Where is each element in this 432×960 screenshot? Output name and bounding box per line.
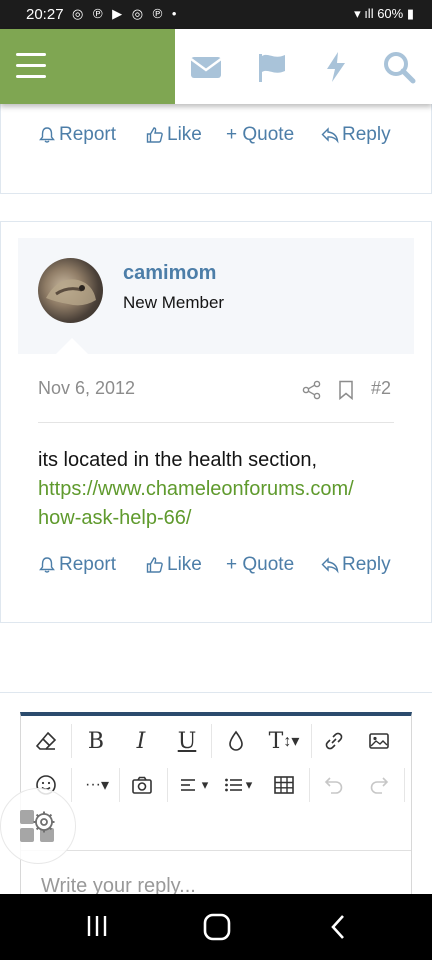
battery-icon: ▮ — [403, 6, 414, 21]
post-link-line-2: how-ask-help-66/ — [38, 507, 192, 529]
underline-button[interactable]: U — [170, 724, 204, 758]
reply-label: Reply — [342, 124, 391, 145]
image-icon[interactable] — [362, 724, 396, 758]
redo-icon[interactable] — [362, 768, 396, 802]
like-button[interactable]: Like — [146, 124, 202, 146]
wifi-signal-icon: ▾ ıll — [354, 6, 378, 21]
reply-button[interactable]: Reply — [321, 124, 391, 146]
thumbs-up-icon — [146, 127, 163, 143]
like-label: Like — [167, 124, 202, 145]
more-label: ··· — [84, 776, 101, 793]
notification-icons: ◎ ℗ ▶ ◎ ℗ • — [72, 6, 180, 21]
post-link-line-1: https://www.chameleonforums.com/ — [38, 478, 354, 500]
post-number-link[interactable]: #2 — [371, 378, 391, 399]
lightning-icon[interactable] — [318, 49, 354, 85]
quote-button[interactable]: + Quote — [226, 554, 294, 576]
quote-label: + Quote — [226, 554, 295, 575]
recent-apps-icon[interactable] — [85, 912, 109, 945]
back-icon[interactable] — [328, 912, 348, 947]
reply-arrow-icon — [321, 127, 339, 144]
post-date[interactable]: Nov 6, 2012 — [38, 378, 135, 399]
link-icon[interactable] — [317, 724, 351, 758]
chameleon-photo — [46, 279, 96, 306]
post-text: its located in the health section, — [38, 449, 318, 471]
quote-label: + Quote — [226, 124, 295, 145]
report-label: Report — [59, 124, 117, 145]
system-status: ▾ ıll 60% ▮ — [354, 6, 414, 22]
envelope-icon[interactable] — [188, 49, 224, 85]
italic-button[interactable]: I — [124, 724, 158, 758]
camera-icon[interactable] — [125, 768, 159, 802]
previous-post-actions: Report Like + Quote Reply — [38, 124, 394, 154]
flag-icon[interactable] — [254, 49, 290, 85]
report-label: Report — [59, 554, 117, 575]
app-header — [0, 29, 432, 104]
battery-level: 60% — [377, 6, 404, 21]
thumbs-up-icon — [146, 557, 163, 573]
font-size-label: T — [268, 728, 284, 754]
chevron-down-icon: ↕▾ — [283, 733, 300, 750]
user-title: New Member — [123, 293, 225, 312]
post-username[interactable]: camimom — [123, 262, 216, 285]
reply-button[interactable]: Reply — [321, 554, 391, 576]
like-button[interactable]: Like — [146, 554, 202, 576]
post-actions: Report Like + Quote Reply — [38, 554, 394, 584]
post-link[interactable]: https://www.chameleonforums.com/ how-ask… — [38, 475, 398, 533]
bold-button[interactable]: B — [79, 724, 113, 758]
share-icon[interactable] — [302, 380, 322, 400]
hamburger-menu-icon[interactable] — [0, 29, 175, 104]
chevron-down-icon: ▾ — [100, 777, 109, 794]
system-navigation-bar — [0, 894, 432, 960]
avatar[interactable] — [38, 258, 103, 323]
reply-label: Reply — [342, 554, 391, 575]
undo-icon[interactable] — [317, 768, 351, 802]
chevron-down-icon: ▾ — [201, 777, 209, 792]
bullet-list-icon — [224, 778, 242, 792]
reply-editor: B I U T ↕▾ ··· ▾ ▾ ▾ Write your reply... — [20, 712, 412, 902]
bell-icon — [39, 557, 55, 573]
align-dropdown-button[interactable]: ▾ — [173, 768, 213, 802]
userblock-pointer — [56, 338, 88, 354]
chevron-down-icon: ▾ — [245, 777, 253, 792]
text-color-drop-icon[interactable] — [219, 724, 253, 758]
post-body: its located in the health section, https… — [38, 446, 398, 533]
status-bar: 20:27 ◎ ℗ ▶ ◎ ℗ • ▾ ıll 60% ▮ — [0, 0, 432, 29]
align-left-icon — [180, 779, 195, 791]
home-icon[interactable] — [202, 912, 232, 947]
report-button[interactable]: Report — [38, 554, 116, 576]
bell-icon — [39, 127, 55, 143]
bookmark-icon[interactable] — [337, 380, 355, 400]
font-size-button[interactable]: T ↕▾ — [263, 724, 305, 758]
like-label: Like — [167, 554, 202, 575]
report-button[interactable]: Report — [38, 124, 116, 146]
floating-settings-button[interactable] — [0, 788, 76, 864]
search-icon[interactable] — [381, 49, 417, 85]
gear-icon — [20, 810, 55, 842]
table-icon[interactable] — [267, 768, 301, 802]
quote-button[interactable]: + Quote — [226, 124, 294, 146]
more-options-button[interactable]: ··· ▾ — [77, 768, 117, 802]
status-time: 20:27 — [26, 6, 64, 23]
post-divider — [38, 422, 394, 423]
list-dropdown-button[interactable]: ▾ — [217, 768, 257, 802]
eraser-icon[interactable] — [29, 724, 63, 758]
reply-arrow-icon — [321, 557, 339, 574]
